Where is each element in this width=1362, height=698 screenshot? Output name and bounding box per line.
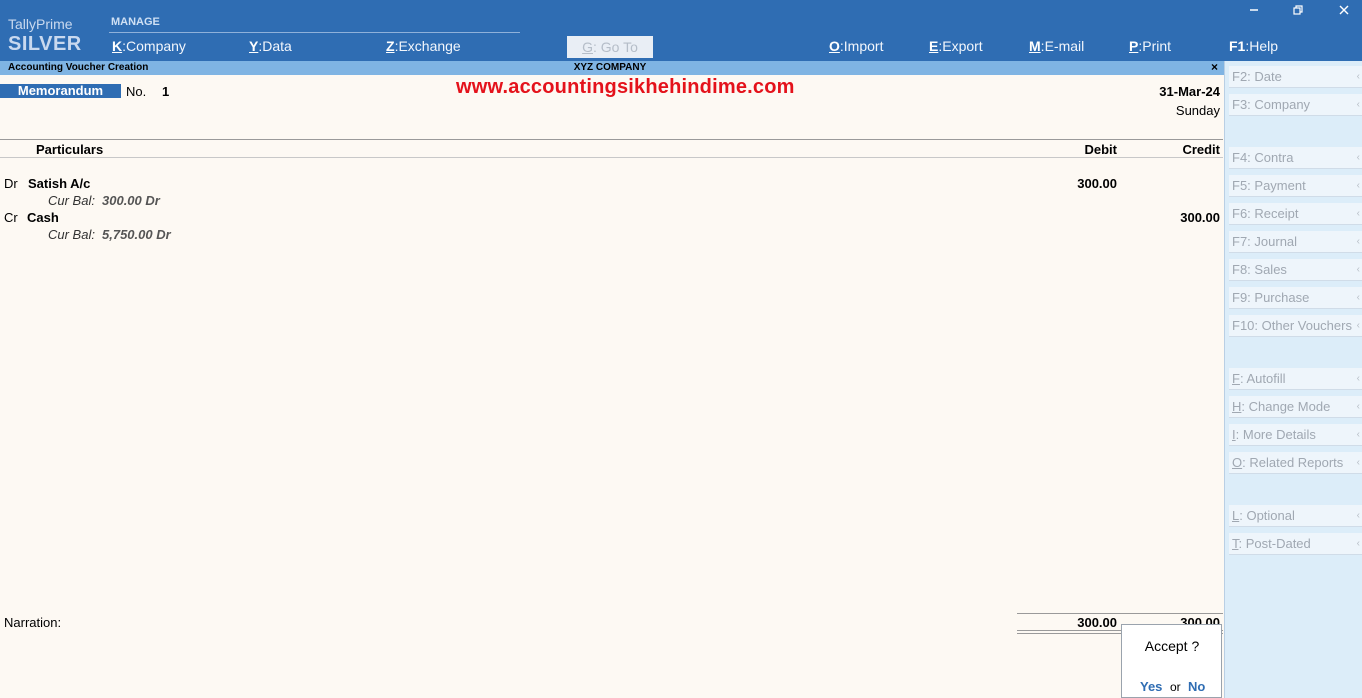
chevron-left-icon: ‹ <box>1356 401 1360 412</box>
chevron-left-icon: ‹ <box>1356 180 1360 191</box>
column-debit: Debit <box>1084 142 1118 157</box>
btn-autofill[interactable]: F: Autofill ‹ <box>1229 368 1362 390</box>
entry-ledger[interactable]: Satish A/c <box>28 176 90 191</box>
entry-row[interactable]: Cr Cash Cur Bal: 5,750.00 Dr 300.00 <box>0 210 1223 244</box>
entry-credit-amount[interactable]: 300.00 <box>1140 210 1220 225</box>
btn-company[interactable]: F3: Company ‹ <box>1229 94 1362 116</box>
header-divider-bottom <box>0 157 1223 158</box>
minimize-icon[interactable] <box>1244 3 1264 19</box>
btn-contra[interactable]: F4: Contra ‹ <box>1229 147 1362 169</box>
company-name: XYZ COMPANY <box>573 62 647 73</box>
brand-edition: SILVER <box>8 33 82 55</box>
btn-purchase[interactable]: F9: Purchase ‹ <box>1229 287 1362 309</box>
menu-data[interactable]: Y:Data <box>249 38 292 54</box>
menu-import[interactable]: O:Import <box>829 38 883 54</box>
chevron-left-icon: ‹ <box>1356 99 1360 110</box>
header-divider <box>0 139 1223 140</box>
btn-other-vouchers[interactable]: F10: Other Vouchers ‹ <box>1229 315 1362 337</box>
accept-yes-button[interactable]: Yes <box>1140 679 1162 694</box>
accept-dialog: Accept ? Yes or No <box>1121 624 1222 698</box>
btn-change-mode[interactable]: H: Change Mode ‹ <box>1229 396 1362 418</box>
menu-help[interactable]: F1:Help <box>1229 38 1278 54</box>
column-credit: Credit <box>1182 142 1220 157</box>
btn-related-reports[interactable]: O: Related Reports ‹ <box>1229 452 1362 474</box>
menu-export[interactable]: E:Export <box>929 38 983 54</box>
accept-question: Accept ? <box>1144 638 1200 654</box>
entry-balance-value: 300.00 Dr <box>102 193 160 208</box>
top-bar: TallyPrime SILVER MANAGE K:Company Y:Dat… <box>0 0 1362 61</box>
entry-debit-amount[interactable]: 300.00 <box>1040 176 1117 191</box>
entry-ledger[interactable]: Cash <box>27 210 59 225</box>
menu-goto[interactable]: G: Go To <box>567 36 653 58</box>
btn-receipt[interactable]: F6: Receipt ‹ <box>1229 203 1362 225</box>
menu-print[interactable]: P:Print <box>1129 38 1171 54</box>
menu-exchange[interactable]: Z:Exchange <box>386 38 461 54</box>
entry-drcr: Cr <box>4 210 18 225</box>
accept-no-button[interactable]: No <box>1188 679 1205 694</box>
chevron-left-icon: ‹ <box>1356 429 1360 440</box>
entry-row[interactable]: Dr Satish A/c Cur Bal: 300.00 Dr 300.00 <box>0 176 1223 210</box>
chevron-left-icon: ‹ <box>1356 373 1360 384</box>
chevron-left-icon: ‹ <box>1356 292 1360 303</box>
close-icon[interactable] <box>1334 3 1354 19</box>
restore-icon[interactable] <box>1288 3 1308 19</box>
btn-sales[interactable]: F8: Sales ‹ <box>1229 259 1362 281</box>
button-bar: F2: Date ‹ F3: Company ‹ F4: Contra ‹ F5: P… <box>1224 61 1362 698</box>
menu-company[interactable]: K:Company <box>112 38 186 54</box>
entry-balance-label: Cur Bal: <box>48 227 95 242</box>
chevron-left-icon: ‹ <box>1356 510 1360 521</box>
voucher-date[interactable]: 31-Mar-24 <box>1159 84 1220 99</box>
voucher-day: Sunday <box>1175 103 1220 118</box>
column-particulars: Particulars <box>36 142 104 157</box>
chevron-left-icon: ‹ <box>1356 236 1360 247</box>
btn-payment[interactable]: F5: Payment ‹ <box>1229 175 1362 197</box>
chevron-left-icon: ‹ <box>1356 538 1360 549</box>
voucher-no-label: No. <box>126 84 147 99</box>
accept-or-text: or <box>1170 680 1181 694</box>
btn-more-details[interactable]: I: More Details ‹ <box>1229 424 1362 446</box>
chevron-left-icon: ‹ <box>1356 320 1360 331</box>
chevron-left-icon: ‹ <box>1356 208 1360 219</box>
total-debit: 300.00 <box>1077 615 1117 630</box>
menu-email[interactable]: M:E-mail <box>1029 38 1084 54</box>
entry-balance-value: 5,750.00 Dr <box>102 227 171 242</box>
chevron-left-icon: ‹ <box>1356 71 1360 82</box>
chevron-left-icon: ‹ <box>1356 152 1360 163</box>
chevron-left-icon: ‹ <box>1356 264 1360 275</box>
voucher-no-value[interactable]: 1 <box>162 84 169 99</box>
website-watermark: www.accountingsikhehindime.com <box>456 76 795 98</box>
voucher-type-badge[interactable]: Memorandum <box>0 84 121 98</box>
chevron-left-icon: ‹ <box>1356 457 1360 468</box>
brand-name: TallyPrime <box>8 16 73 32</box>
manage-divider <box>109 32 520 33</box>
btn-optional[interactable]: L: Optional ‹ <box>1229 505 1362 527</box>
btn-post-dated[interactable]: T: Post-Dated ‹ <box>1229 533 1362 555</box>
entry-drcr: Dr <box>4 176 18 191</box>
narration-label[interactable]: Narration: <box>4 615 61 630</box>
close-screen-icon[interactable]: × <box>1211 60 1218 74</box>
title-strip: Accounting Voucher Creation XYZ COMPANY … <box>0 60 1224 75</box>
btn-journal[interactable]: F7: Journal ‹ <box>1229 231 1362 253</box>
manage-label: MANAGE <box>111 16 160 28</box>
btn-date[interactable]: F2: Date ‹ <box>1229 66 1362 88</box>
voucher-form: Memorandum No. 1 www.accountingsikhehind… <box>0 75 1223 698</box>
entry-balance-label: Cur Bal: <box>48 193 95 208</box>
total-divider <box>1017 613 1223 614</box>
